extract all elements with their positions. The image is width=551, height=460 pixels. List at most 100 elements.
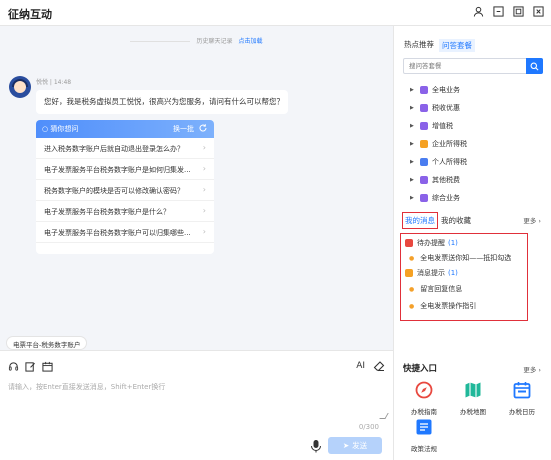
category-icon <box>420 176 428 184</box>
tab-qa-package[interactable]: 问答套餐 <box>439 39 475 52</box>
category-item[interactable]: ▶ 个人所得税 <box>410 153 540 171</box>
tab-my-favorites[interactable]: 我的收藏 <box>441 215 471 226</box>
suggested-question[interactable]: 进入税务数字账户后就自动退出登录怎么办？ › <box>36 138 214 159</box>
todo-reminder-header[interactable]: 待办提醒 (1) <box>405 238 458 248</box>
input-toolbar-right: AI <box>356 360 385 372</box>
category-item[interactable]: ▶ 综合业务 <box>410 189 540 207</box>
maximize-icon[interactable] <box>512 5 525 18</box>
search-button[interactable] <box>526 58 543 74</box>
right-tabs: 热点推荐 问答套餐 <box>404 39 475 52</box>
divider <box>130 41 191 42</box>
caret-right-icon: ▶ <box>410 159 414 165</box>
category-icon <box>420 104 428 112</box>
chevron-right-icon: › <box>202 185 206 194</box>
chat-area: 历史聊天记录 点击加载 悦悦 | 14:48 您好，我是税务虚拟员工悦悦，很高兴为… <box>0 26 393 350</box>
bullet-icon: ● <box>409 285 415 293</box>
edit-icon[interactable] <box>25 361 36 372</box>
notice-icon <box>405 269 413 277</box>
caret-right-icon: ▶ <box>410 123 414 129</box>
caret-right-icon: ▶ <box>410 177 414 183</box>
messages-panel: 待办提醒 (1) ● 全电发票送你知——抵扣勾选 消息提示 (1) ● 留言回复… <box>400 233 528 321</box>
todo-icon <box>405 239 413 247</box>
chevron-right-icon: › <box>202 227 206 236</box>
chevron-right-icon: › <box>202 164 206 173</box>
caret-right-icon: ▶ <box>410 105 414 111</box>
close-icon[interactable] <box>532 5 545 18</box>
tab-hot-recommend[interactable]: 热点推荐 <box>404 39 434 52</box>
notice-label: 消息提示 <box>417 269 445 277</box>
message-tabs: 我的消息 我的收藏 <box>402 212 471 229</box>
message-item[interactable]: ● 留言回复信息 <box>405 284 462 294</box>
todo-count: (1) <box>448 239 458 247</box>
qa-search-input[interactable] <box>404 59 526 73</box>
quick-policy-regulations[interactable]: 政策法规 <box>404 418 444 453</box>
input-area: AI 请输入，按Enter直接发送消息，Shift+Enter换行 0/300 … <box>0 350 393 460</box>
quick-more-link[interactable]: 更多 › <box>523 364 541 374</box>
compass-icon <box>415 381 433 399</box>
quick-entry-title: 快捷入口 <box>403 364 438 374</box>
calendar-icon[interactable] <box>42 361 53 372</box>
title-bar: 征纳互动 <box>0 0 551 26</box>
category-icon <box>420 122 428 130</box>
refresh-icon[interactable] <box>198 123 208 133</box>
chevron-right-icon: › <box>202 206 206 215</box>
microphone-icon[interactable] <box>310 439 322 453</box>
history-label: 历史聊天记录 <box>196 38 233 45</box>
send-icon: ➤ <box>342 441 350 450</box>
scene-tag[interactable]: 电票平台-税务数字账户 <box>6 336 88 350</box>
quick-tax-guide[interactable]: 办税指南 <box>404 381 444 416</box>
category-item[interactable]: ▶ 增值税 <box>410 117 540 135</box>
right-panel: 热点推荐 问答套餐 ▶全电业务 ▶税收优惠 ▶增值税 ▶企业所得税 ▶个人所得税… <box>393 26 551 460</box>
messages-more-link[interactable]: 更多 › <box>523 215 541 225</box>
headset-icon[interactable] <box>8 361 19 372</box>
input-toolbar <box>8 361 53 372</box>
todo-label: 待办提醒 <box>417 239 445 247</box>
eraser-icon[interactable] <box>373 360 385 372</box>
document-icon <box>416 419 432 435</box>
bullet-icon: ● <box>409 302 415 310</box>
suggested-question[interactable]: 税务数字账户的模块是否可以修改确认密码？ › <box>36 180 214 201</box>
suggested-questions-title: 猜你想问 <box>50 125 79 133</box>
bullet-icon: ● <box>409 254 415 262</box>
suggested-question[interactable]: 电子发票服务平台税务数字账户是如何归集发... › <box>36 159 214 180</box>
message-sender: 悦悦 | 14:48 <box>36 79 72 86</box>
send-button[interactable]: ➤ 发送 <box>328 437 382 454</box>
ai-font-button[interactable]: AI <box>356 361 365 371</box>
category-item[interactable]: ▶ 企业所得税 <box>410 135 540 153</box>
char-counter: 0/300 <box>358 423 379 431</box>
message-item[interactable]: ● 全电发票送你知——抵扣勾选 <box>405 253 511 263</box>
window-title: 征纳互动 <box>8 8 52 21</box>
caret-right-icon: ▶ <box>410 87 414 93</box>
user-icon[interactable] <box>472 5 485 18</box>
tab-my-messages[interactable]: 我的消息 <box>402 212 438 229</box>
category-item[interactable]: ▶ 全电业务 <box>410 81 540 99</box>
history-bar: 历史聊天记录 点击加载 <box>0 36 393 45</box>
notice-count: (1) <box>448 269 458 277</box>
avatar-face <box>14 81 26 93</box>
load-history-link[interactable]: 点击加载 <box>239 38 263 45</box>
category-icon <box>420 140 428 148</box>
notice-header[interactable]: 消息提示 (1) <box>405 268 458 278</box>
suggested-question[interactable]: 电子发票服务平台税务数字账户是什么？ › <box>36 201 214 222</box>
greeting-bubble: 您好，我是税务虚拟员工悦悦，很高兴为您服务，请问有什么可以帮您？ <box>36 90 288 114</box>
qa-category-list: ▶ 全电业务 ▶ 税收优惠 ▶ 增值税 ▶ 企业所得税 ▶ 个人所得税 ▶ 其他税费 ▶ 综合… <box>410 81 540 207</box>
suggested-questions-card: ○ 猜你想问 换一批 进入税务数字账户后就自动退出登录怎么办？ › 电子发票服务平… <box>36 120 214 254</box>
quick-tax-map[interactable]: 办税地图 <box>453 381 493 416</box>
category-item[interactable]: ▶ 税收优惠 <box>410 99 540 117</box>
category-item[interactable]: ▶ 其他税费 <box>410 171 540 189</box>
calendar-icon <box>513 382 531 399</box>
qa-search <box>403 58 543 74</box>
lightbulb-icon: ○ <box>42 125 49 133</box>
quick-tax-calendar[interactable]: 办税日历 <box>502 381 542 416</box>
message-item[interactable]: ● 全电发票操作指引 <box>405 301 476 311</box>
category-icon <box>420 194 428 202</box>
category-icon <box>420 86 428 94</box>
minimize-icon[interactable] <box>492 5 505 18</box>
swap-batch-button[interactable]: 换一批 <box>173 124 194 134</box>
caret-right-icon: ▶ <box>410 141 414 147</box>
suggested-question[interactable]: 电子发票服务平台税务数字账户可以归集哪些... › <box>36 222 214 243</box>
map-icon <box>465 382 481 398</box>
resize-handle-icon[interactable] <box>379 413 389 419</box>
chevron-right-icon: › <box>202 143 206 152</box>
message-input[interactable]: 请输入，按Enter直接发送消息，Shift+Enter换行 <box>8 382 165 392</box>
